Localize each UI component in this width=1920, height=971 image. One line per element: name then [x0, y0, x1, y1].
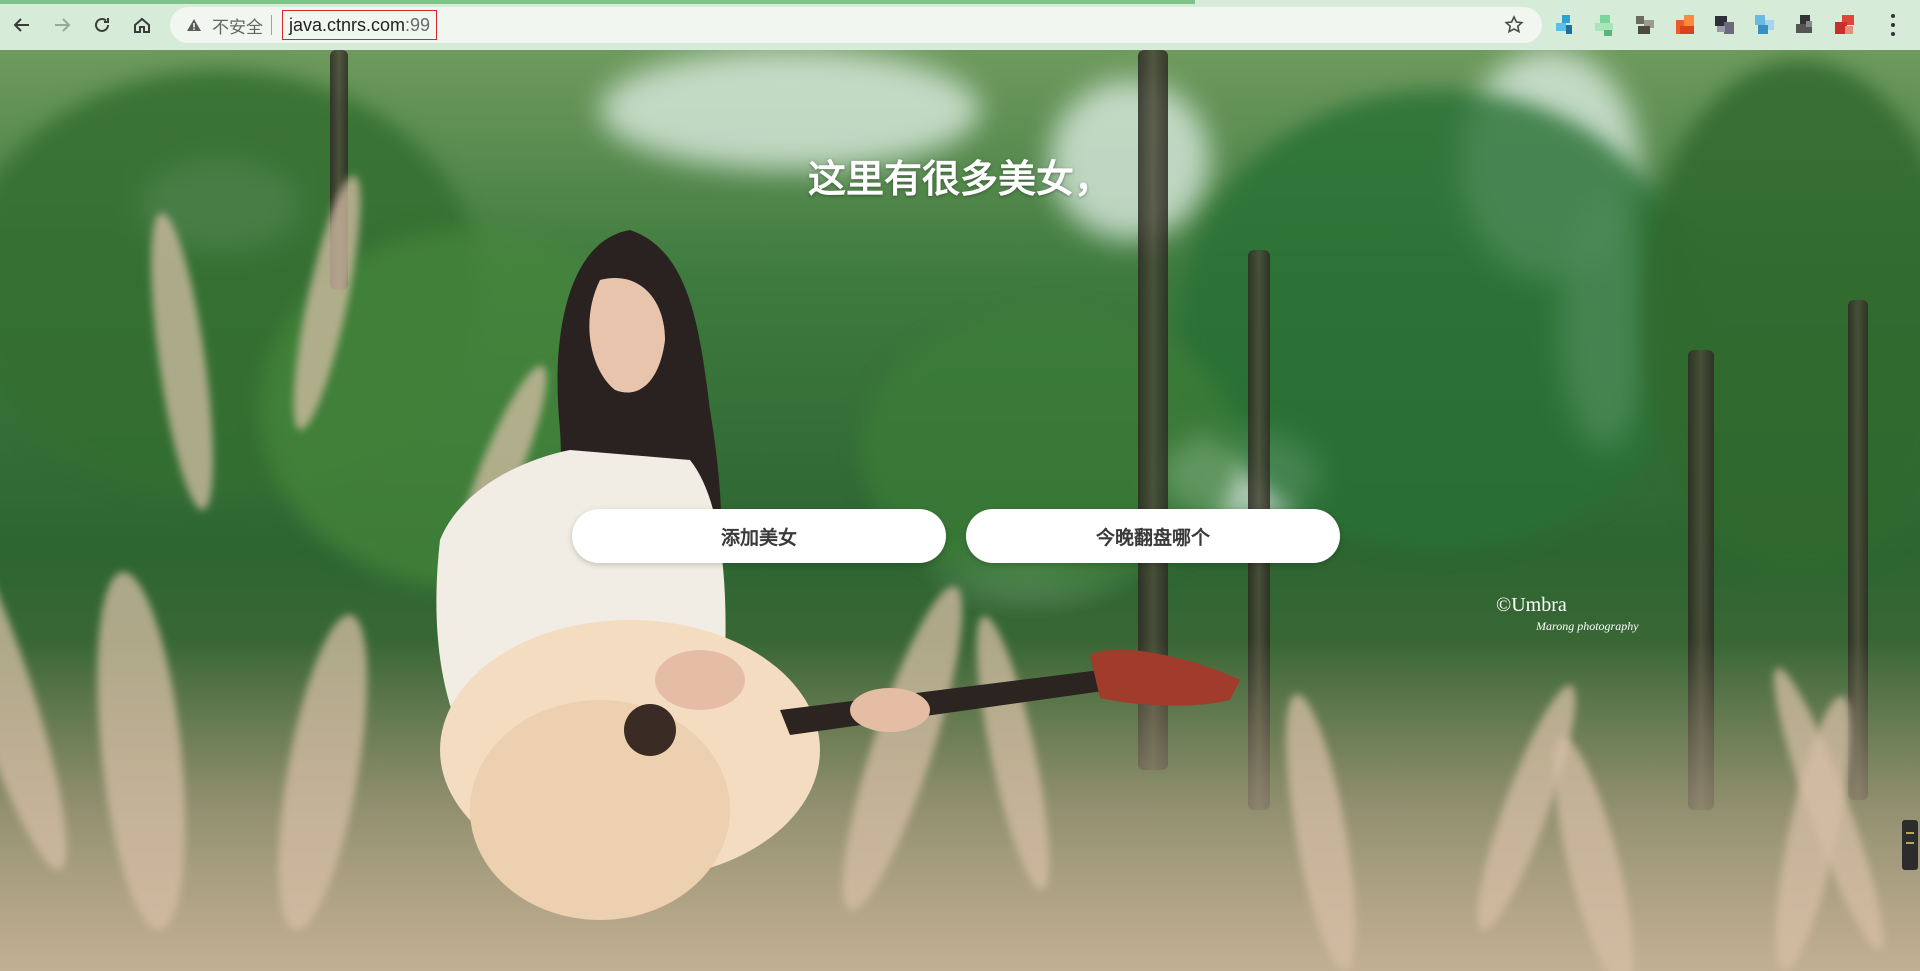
reload-icon [95, 17, 109, 32]
extension-icon-6[interactable] [1752, 12, 1778, 38]
extension-icon-4[interactable] [1672, 12, 1698, 38]
photo-watermark: ©Umbra Marong photography [1496, 594, 1639, 634]
watermark-sub: Marong photography [1536, 619, 1639, 633]
home-icon [134, 17, 150, 33]
forward-button[interactable] [42, 5, 82, 45]
address-bar[interactable]: 不安全 java.ctnrs.com:99 [170, 7, 1542, 43]
page-load-progress-bar [0, 0, 1195, 4]
browser-toolbar: 不安全 java.ctnrs.com:99 [0, 0, 1920, 50]
warning-icon[interactable] [186, 17, 202, 33]
reload-button[interactable] [82, 5, 122, 45]
page-headline: 这里有很多美女， [807, 157, 1112, 201]
url-host[interactable]: java.ctnrs.com [289, 15, 405, 36]
extension-icon-2[interactable] [1592, 12, 1618, 38]
browser-menu-icon[interactable] [1890, 14, 1896, 36]
home-button[interactable] [122, 5, 162, 45]
url-highlight-box[interactable]: java.ctnrs.com:99 [282, 10, 438, 40]
extension-icon-1[interactable] [1552, 12, 1578, 38]
url-separator [271, 15, 272, 35]
not-secure-label[interactable]: 不安全 [212, 13, 263, 38]
bookmark-star-icon[interactable] [1504, 15, 1524, 35]
floating-side-widget[interactable] [1902, 820, 1918, 870]
extension-icon-5[interactable] [1712, 12, 1738, 38]
watermark-main: ©Umbra [1496, 594, 1567, 616]
back-button[interactable] [2, 5, 42, 45]
pick-tonight-button[interactable]: 今晚翻盘哪个 [966, 509, 1340, 563]
extension-icon-7[interactable] [1792, 12, 1818, 38]
url-port[interactable]: :99 [405, 15, 430, 36]
page-background-photo: 这里有很多美女， 添加美女 今晚翻盘哪个 ©Umbra Marong photo… [0, 50, 1920, 971]
arrow-right-icon [55, 18, 71, 32]
extension-icon-3[interactable] [1632, 12, 1658, 38]
girl-with-guitar-illustration [436, 230, 1240, 920]
arrow-left-icon [13, 18, 29, 32]
add-beauty-button[interactable]: 添加美女 [572, 509, 946, 563]
extension-icon-8[interactable] [1832, 12, 1858, 38]
extensions-area [1552, 12, 1858, 38]
